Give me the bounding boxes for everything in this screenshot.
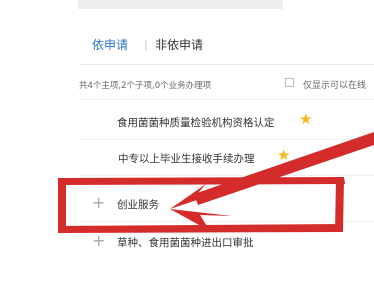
plus-icon[interactable]: + xyxy=(92,195,105,211)
service-list-page: 依申请 | 非依申请 共4个主项,2个子项,0个业务办理项 仅显示可以在线 食用… xyxy=(0,0,374,282)
service-row[interactable]: 食用菌菌种质量检验机构资格认定 ★ xyxy=(80,104,374,140)
top-panel-edge xyxy=(78,0,283,9)
service-label[interactable]: 食用菌菌种质量检验机构资格认定 xyxy=(117,115,275,130)
tab-non-application[interactable]: 非依申请 xyxy=(155,37,203,53)
service-row[interactable]: + 草种、食用菌菌种进出口审批 xyxy=(80,224,374,260)
online-only-checkbox[interactable] xyxy=(285,78,294,87)
star-icon[interactable]: ★ xyxy=(277,147,290,163)
tab-divider xyxy=(80,64,374,65)
service-label[interactable]: 创业服务 xyxy=(117,197,159,212)
service-row[interactable]: + 创业服务 xyxy=(80,186,374,222)
result-summary: 共4个主项,2个子项,0个业务办理项 xyxy=(79,81,212,91)
tab-by-application[interactable]: 依申请 xyxy=(92,37,128,53)
service-row[interactable]: 中专以上毕业生接收手续办理 ★ xyxy=(80,140,374,176)
tab-separator: | xyxy=(144,38,148,51)
plus-icon[interactable]: + xyxy=(92,233,105,249)
service-label[interactable]: 中专以上毕业生接收手续办理 xyxy=(118,151,255,166)
online-only-label: 仅显示可以在线 xyxy=(303,81,367,91)
summary-divider xyxy=(80,99,374,100)
star-icon[interactable]: ★ xyxy=(299,111,312,127)
service-label[interactable]: 草种、食用菌菌种进出口审批 xyxy=(117,235,254,250)
